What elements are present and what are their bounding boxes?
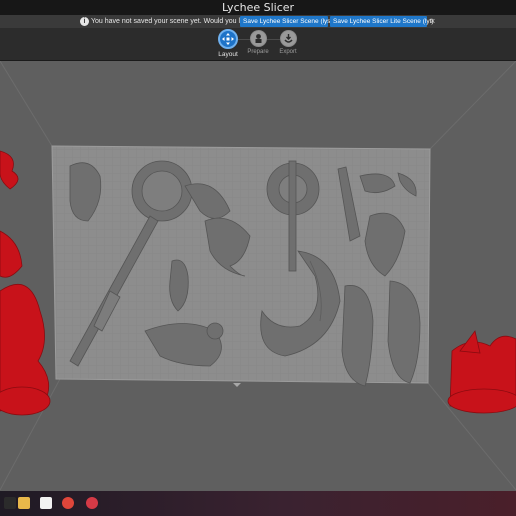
title-bar: Lychee Slicer xyxy=(0,0,516,15)
3d-viewport[interactable] xyxy=(0,60,516,491)
red-model-left[interactable] xyxy=(0,150,51,416)
start-icon[interactable] xyxy=(4,497,16,509)
scene-canvas[interactable] xyxy=(0,60,516,491)
save-lys-button[interactable]: Save Lychee Slicer Scene (lys) xyxy=(240,16,333,27)
step-export[interactable]: Export xyxy=(268,30,308,55)
os-taskbar xyxy=(0,491,516,516)
save-lyt-button[interactable]: Save Lychee Slicer Lite Scene (lyt) xyxy=(330,16,434,27)
chrome-icon[interactable] xyxy=(62,497,74,509)
app-title: Lychee Slicer xyxy=(221,1,295,14)
step-export-label: Export xyxy=(279,49,297,55)
store-icon[interactable] xyxy=(40,497,52,509)
lychee-icon[interactable] xyxy=(86,497,98,509)
prepare-icon xyxy=(249,30,267,47)
unsaved-notice-bar: i You have not saved your scene yet. Wou… xyxy=(0,15,516,28)
red-model-right[interactable] xyxy=(447,330,516,414)
export-icon xyxy=(279,30,297,47)
info-icon: i xyxy=(80,17,89,26)
close-icon[interactable]: × xyxy=(430,15,435,27)
workflow-toolbar: Layout Prepare Export xyxy=(0,28,516,61)
layout-icon xyxy=(218,29,238,49)
notice-message: You have not saved your scene yet. Would… xyxy=(91,18,259,25)
file-explorer-icon[interactable] xyxy=(18,497,30,509)
